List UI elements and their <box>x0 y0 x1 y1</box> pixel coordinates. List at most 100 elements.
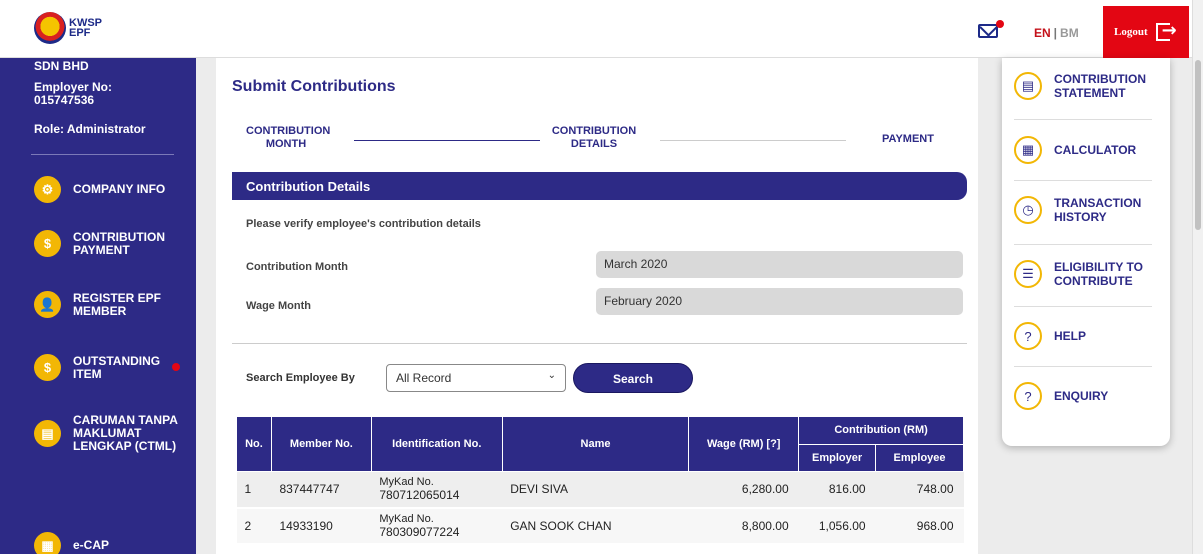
quick-divider <box>1014 306 1152 307</box>
quick-item-label: ENQUIRY <box>1054 389 1109 403</box>
cell-id-type: MyKad No. <box>379 512 434 525</box>
cell-wage: 6,280.00 <box>688 471 799 509</box>
col-header-no: No. <box>236 416 272 472</box>
quick-divider <box>1014 119 1152 120</box>
money-bag-icon: $ <box>34 354 61 381</box>
lang-bm-link[interactable]: BM <box>1060 26 1079 40</box>
contribution-table: No. Member No. Identification No. Name W… <box>236 416 964 545</box>
cell-id-no: 780309077224 <box>379 524 460 539</box>
col-header-id-no: Identification No. <box>370 416 503 472</box>
sidebar-item-label: CONTRIBUTION PAYMENT <box>73 229 165 257</box>
document-icon: ▤ <box>34 420 61 447</box>
quick-item-transaction-history[interactable]: ◷ TRANSACTION HISTORY <box>1014 196 1160 224</box>
wage-month-label: Wage Month <box>246 300 311 312</box>
cell-id: MyKad No. 780712065014 <box>371 471 503 509</box>
quick-item-calculator[interactable]: ▦ CALCULATOR <box>1014 136 1160 164</box>
search-by-select[interactable]: All Record ⌄ <box>386 364 566 392</box>
contribution-month-label: Contribution Month <box>246 261 349 273</box>
language-switch: EN | BM <box>1034 26 1079 40</box>
wage-month-value: February 2020 <box>596 288 963 315</box>
col-header-member-no: Member No. <box>270 416 372 472</box>
cell-id-type: MyKad No. <box>379 476 434 489</box>
cell-employee: 968.00 <box>875 507 964 545</box>
page-title: Submit Contributions <box>232 78 396 95</box>
cell-employer: 1,056.00 <box>798 507 876 545</box>
step-payment: PAYMENT <box>882 133 934 145</box>
col-header-employee: Employee <box>875 443 964 472</box>
quick-item-contribution-statement[interactable]: ▤ CONTRIBUTION STATEMENT <box>1014 72 1160 100</box>
top-bar: KWSP EPF EN | BM Logout <box>0 0 1203 58</box>
quick-item-label: HELP <box>1054 329 1087 343</box>
logo-text-epf: EPF <box>69 27 91 39</box>
cell-name: DEVI SIVA <box>502 471 689 509</box>
outstanding-alert-dot <box>172 363 180 371</box>
quick-menu: ▤ CONTRIBUTION STATEMENT ▦ CALCULATOR ◷ … <box>1002 58 1170 446</box>
quick-item-label: TRANSACTION HISTORY <box>1054 196 1142 224</box>
logout-button[interactable]: Logout <box>1103 6 1189 58</box>
section-header-contribution-details: Contribution Details <box>232 172 967 200</box>
divider <box>232 343 967 344</box>
sidebar-item-company-info[interactable]: ⚙ COMPANY INFO <box>34 176 183 203</box>
sidebar: SDN BHD Employer No: 015747536 Role: Adm… <box>0 58 196 554</box>
table-row: 1 837447747 MyKad No. 780712065014 DEVI … <box>236 471 964 509</box>
logout-label: Logout <box>1114 26 1148 38</box>
cell-employee: 748.00 <box>875 471 964 509</box>
gear-icon: ⚙ <box>34 176 61 203</box>
cell-employer: 816.00 <box>798 471 876 509</box>
sidebar-item-label: REGISTER EPF MEMBER <box>73 290 162 318</box>
quick-divider <box>1014 366 1152 367</box>
col-header-employer: Employer <box>798 443 877 472</box>
notification-dot <box>996 20 1004 28</box>
col-header-contribution: Contribution (RM) <box>798 416 964 445</box>
employer-number: Employer No: 015747536 <box>34 80 113 107</box>
quick-item-help[interactable]: ? HELP <box>1014 322 1160 350</box>
table-row: 2 14933190 MyKad No. 780309077224 GAN SO… <box>236 507 964 545</box>
question-icon: ? <box>1014 382 1042 410</box>
mail-icon[interactable] <box>978 24 998 38</box>
search-button[interactable]: Search <box>573 363 693 393</box>
sidebar-item-outstanding-item[interactable]: $ OUTSTANDING ITEM <box>34 354 183 381</box>
col-header-name: Name <box>501 416 690 472</box>
sidebar-item-ctml[interactable]: ▤ CARUMAN TANPA MAKLUMAT LENGKAP (CTML) <box>34 414 183 453</box>
lang-en-link[interactable]: EN <box>1034 26 1051 40</box>
step-connector-pending <box>660 140 846 141</box>
sidebar-item-label: CARUMAN TANPA MAKLUMAT LENGKAP (CTML) <box>73 413 178 453</box>
quick-item-label: CALCULATOR <box>1054 143 1137 157</box>
sidebar-item-ecap[interactable]: ▦ e-CAP <box>34 532 183 554</box>
cell-id: MyKad No. 780309077224 <box>371 507 503 545</box>
chevron-down-icon: ⌄ <box>547 370 556 381</box>
sidebar-item-register-member[interactable]: 👤 REGISTER EPF MEMBER <box>34 291 183 318</box>
kwsp-logo[interactable]: KWSP EPF <box>34 12 102 44</box>
sidebar-item-label: COMPANY INFO <box>73 182 166 196</box>
step-contribution-month: CONTRIBUTION MONTH <box>246 125 331 150</box>
help-icon: ? <box>1014 322 1042 350</box>
dollar-hand-icon: $ <box>34 230 61 257</box>
calculator-icon: ▦ <box>1014 136 1042 164</box>
step-contribution-details: CONTRIBUTION DETAILS <box>551 125 637 150</box>
cell-name: GAN SOOK CHAN <box>502 507 689 545</box>
contribution-month-value: March 2020 <box>596 251 963 278</box>
sidebar-divider <box>31 154 174 155</box>
cell-member-no: 837447747 <box>271 471 372 509</box>
statement-icon: ▤ <box>1014 72 1042 100</box>
scrollbar-thumb[interactable] <box>1195 60 1201 230</box>
sidebar-item-label: OUTSTANDING ITEM <box>73 353 161 381</box>
sidebar-item-contribution-payment[interactable]: $ CONTRIBUTION PAYMENT <box>34 230 183 257</box>
building-icon: ▦ <box>34 532 61 554</box>
company-name: SDN BHD <box>34 59 89 73</box>
step-connector-done <box>354 140 540 141</box>
quick-item-label: ELIGIBILITY TO CONTRIBUTE <box>1054 260 1143 288</box>
quick-item-eligibility[interactable]: ☰ ELIGIBILITY TO CONTRIBUTE <box>1014 260 1160 288</box>
cell-member-no: 14933190 <box>271 507 372 545</box>
main-panel: Submit Contributions CONTRIBUTION MONTH … <box>216 58 978 554</box>
quick-item-label: CONTRIBUTION STATEMENT <box>1054 72 1146 100</box>
search-by-selected-value: All Record <box>396 371 452 385</box>
lang-separator: | <box>1053 26 1058 40</box>
col-header-wage[interactable]: Wage (RM) [?] <box>688 416 800 472</box>
cell-wage: 8,800.00 <box>688 507 799 545</box>
quick-divider <box>1014 244 1152 245</box>
quick-divider <box>1014 180 1152 181</box>
checklist-icon: ☰ <box>1014 260 1042 288</box>
quick-item-enquiry[interactable]: ? ENQUIRY <box>1014 382 1160 410</box>
sidebar-item-label: e-CAP <box>73 538 110 552</box>
